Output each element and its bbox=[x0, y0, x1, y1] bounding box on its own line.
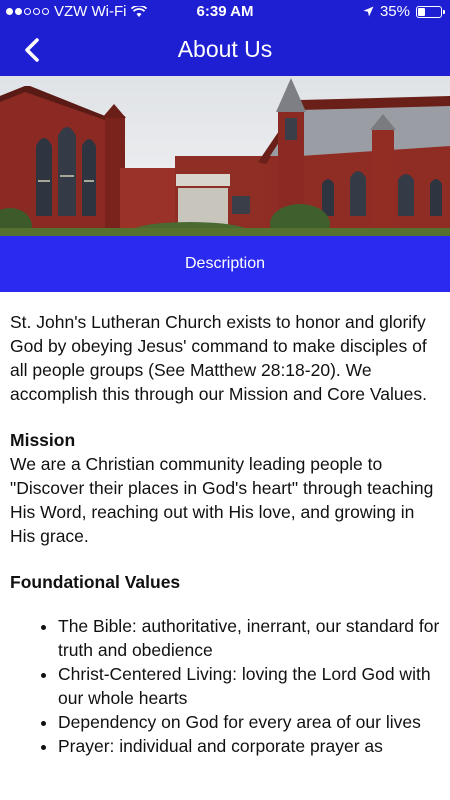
location-arrow-icon bbox=[363, 6, 374, 17]
battery-icon bbox=[416, 5, 445, 18]
list-item: The Bible: authoritative, inerrant, our … bbox=[58, 614, 440, 662]
about-content: St. John's Lutheran Church exists to hon… bbox=[10, 310, 440, 758]
intro-paragraph: St. John's Lutheran Church exists to hon… bbox=[10, 312, 427, 404]
battery-percent: 35% bbox=[379, 3, 410, 20]
description-tab[interactable]: Description bbox=[0, 236, 450, 292]
list-item: Prayer: individual and corporate prayer … bbox=[58, 734, 440, 758]
mission-heading: Mission bbox=[10, 430, 76, 450]
mission-paragraph: We are a Christian community leading peo… bbox=[10, 454, 434, 546]
battery-fill bbox=[418, 7, 425, 16]
nav-bar: About Us bbox=[0, 24, 450, 76]
status-bar: VZW Wi-Fi 6:39 AM 35% bbox=[0, 0, 450, 24]
description-tab-label: Description bbox=[184, 255, 266, 272]
values-list: The Bible: authoritative, inerrant, our … bbox=[10, 614, 440, 758]
list-item: Christ-Centered Living: loving the Lord … bbox=[58, 662, 440, 710]
list-item: Dependency on God for every area of our … bbox=[58, 710, 440, 734]
status-right: 35% bbox=[363, 3, 445, 20]
values-heading: Foundational Values bbox=[10, 572, 181, 592]
church-photo bbox=[0, 76, 450, 236]
page-title: About Us bbox=[177, 36, 273, 62]
